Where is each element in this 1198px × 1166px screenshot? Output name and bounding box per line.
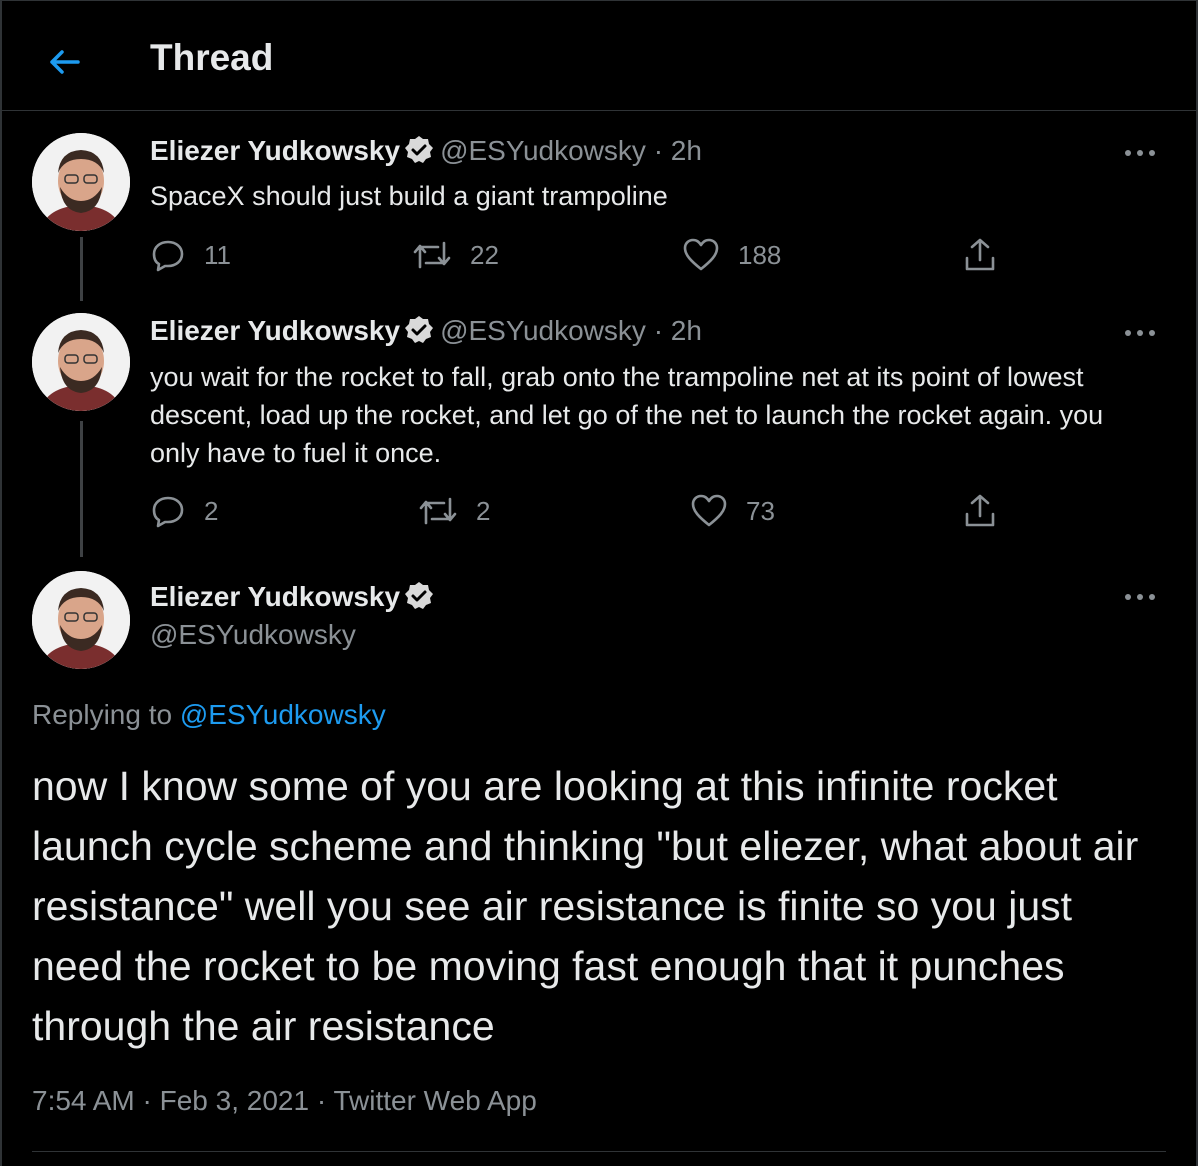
tweet-text: SpaceX should just build a giant trampol… — [150, 181, 668, 211]
author-name[interactable]: Eliezer Yudkowsky — [150, 135, 400, 166]
share-icon — [965, 494, 995, 527]
author-handle[interactable]: @ESYudkowsky — [150, 619, 356, 650]
tweet-timestamp[interactable]: 7:54 AM · Feb 3, 2021 · Twitter Web App — [32, 1085, 537, 1117]
more-options-icon[interactable] — [1120, 323, 1160, 343]
retweet-button[interactable]: 2 — [418, 491, 490, 531]
reply-icon — [152, 240, 184, 272]
reply-button[interactable]: 2 — [150, 491, 218, 531]
focused-tweet-text: now I know some of you are looking at th… — [32, 763, 1139, 1049]
tweet-text: you wait for the rocket to fall, grab on… — [150, 362, 1104, 468]
header: Thread — [2, 1, 1196, 111]
reply-count: 11 — [204, 239, 231, 270]
thread-view: Thread Eliezer Yudkowsky @ESYudkowsky · 2… — [0, 0, 1198, 1166]
author-name[interactable]: Eliezer Yudkowsky — [150, 581, 400, 612]
verified-badge-icon — [404, 135, 434, 172]
avatar[interactable] — [32, 133, 130, 231]
back-arrow-icon[interactable] — [42, 39, 88, 85]
divider — [32, 1151, 1166, 1152]
tweet-header: Eliezer Yudkowsky @ESYudkowsky · 2h — [150, 315, 702, 352]
replying-to-label: Replying to — [32, 699, 180, 730]
separator-dot: · — [653, 315, 664, 346]
heart-icon — [691, 494, 727, 527]
retweet-count: 2 — [476, 495, 491, 526]
thread-line — [80, 237, 83, 301]
author-name[interactable]: Eliezer Yudkowsky — [150, 315, 400, 346]
tweet-time[interactable]: 2h — [671, 315, 702, 346]
like-button[interactable]: 73 — [690, 491, 775, 531]
share-icon — [965, 238, 995, 271]
more-options-icon[interactable] — [1120, 587, 1160, 607]
more-options-icon[interactable] — [1120, 143, 1160, 163]
reply-button[interactable]: 11 — [150, 235, 231, 275]
retweet-icon — [419, 497, 457, 525]
author-handle[interactable]: @ESYudkowsky — [440, 135, 646, 166]
author-handle[interactable]: @ESYudkowsky — [440, 315, 646, 346]
retweet-button[interactable]: 22 — [412, 235, 499, 275]
tweet-actions: 2 2 73 — [150, 491, 1020, 531]
retweet-icon — [413, 241, 451, 269]
reply-count: 2 — [204, 495, 219, 526]
thread-line — [80, 301, 83, 313]
avatar[interactable] — [32, 571, 130, 669]
thread-line — [80, 421, 83, 557]
tweet-actions: 11 22 188 — [150, 235, 1020, 275]
author-handle-row: @ESYudkowsky — [150, 619, 356, 651]
share-button[interactable] — [962, 235, 998, 275]
avatar[interactable] — [32, 313, 130, 411]
heart-icon — [683, 238, 719, 271]
tweet-header: Eliezer Yudkowsky @ESYudkowsky · 2h — [150, 135, 702, 172]
like-count: 73 — [746, 495, 775, 526]
like-count: 188 — [738, 239, 782, 270]
verified-badge-icon — [404, 315, 434, 352]
like-button[interactable]: 188 — [682, 235, 781, 275]
reply-icon — [152, 496, 184, 528]
tweet-time[interactable]: 2h — [671, 135, 702, 166]
page-title: Thread — [150, 37, 274, 78]
replying-to-mention[interactable]: @ESYudkowsky — [180, 699, 386, 730]
replying-to: Replying to @ESYudkowsky — [32, 699, 386, 731]
retweet-count: 22 — [470, 239, 499, 270]
author-name-row: Eliezer Yudkowsky — [150, 581, 440, 618]
separator-dot: · — [653, 135, 664, 166]
verified-badge-icon — [404, 581, 434, 618]
share-button[interactable] — [962, 491, 998, 531]
